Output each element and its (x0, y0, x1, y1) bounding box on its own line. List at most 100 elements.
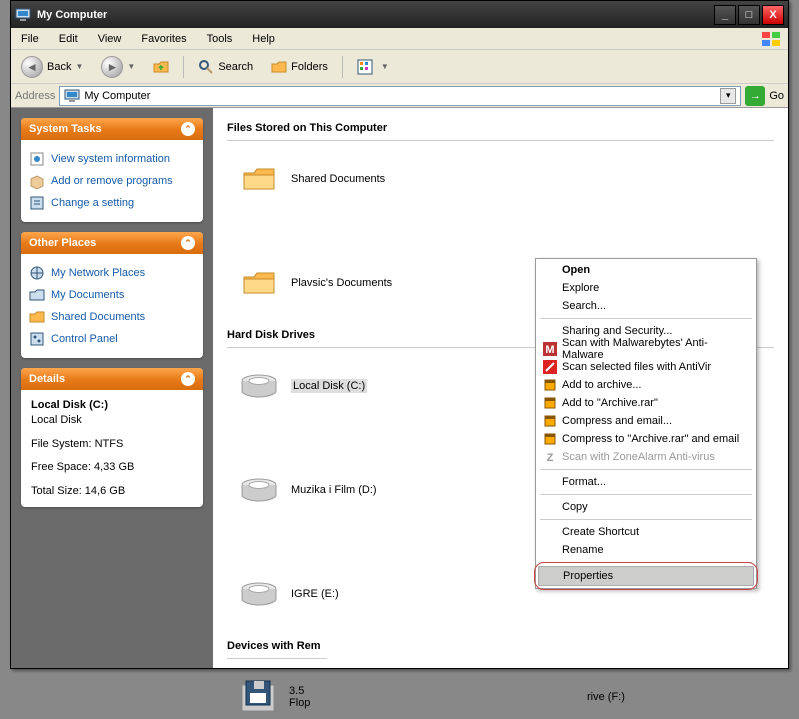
item-drive-e[interactable]: IGRE (E:) (237, 572, 497, 616)
folders-button[interactable]: Folders (267, 57, 332, 77)
chevron-up-icon: ⌃ (181, 372, 195, 386)
item-floppy[interactable]: 3.5 Flop (237, 675, 327, 719)
cm-add-archive[interactable]: Add to archive... (538, 376, 754, 394)
folder-up-icon (153, 59, 169, 75)
menu-tools[interactable]: Tools (203, 31, 237, 47)
task-my-documents[interactable]: My Documents (25, 284, 199, 306)
item-drive-c[interactable]: Local Disk (C:) (237, 364, 497, 408)
forward-button[interactable]: ► ▼ (97, 54, 139, 80)
maximize-button[interactable]: □ (738, 5, 760, 25)
menu-file[interactable]: File (17, 31, 43, 47)
cm-rename[interactable]: Rename (538, 541, 754, 559)
menu-view[interactable]: View (94, 31, 126, 47)
item-user-documents[interactable]: Plavsic's Documents (237, 261, 497, 305)
titlebar[interactable]: My Computer _ □ X (11, 1, 788, 28)
cm-compress-email[interactable]: Compress and email... (538, 412, 754, 430)
chevron-up-icon: ⌃ (181, 122, 195, 136)
go-label: Go (769, 90, 784, 102)
minimize-button[interactable]: _ (714, 5, 736, 25)
cm-mbam[interactable]: M Scan with Malwarebytes' Anti-Malware (538, 340, 754, 358)
details-totalsize: Total Size: 14,6 GB (31, 484, 193, 499)
panel-head-system-tasks[interactable]: System Tasks ⌃ (21, 118, 203, 140)
address-label: Address (15, 90, 55, 102)
address-input[interactable]: My Computer ▾ (59, 86, 741, 106)
address-value: My Computer (84, 90, 150, 102)
close-button[interactable]: X (762, 5, 784, 25)
sidebar: System Tasks ⌃ View system information A… (11, 108, 213, 668)
winrar-icon (542, 377, 558, 393)
window-title: My Computer (37, 9, 107, 21)
windows-logo-icon (760, 30, 784, 48)
up-button[interactable] (149, 57, 173, 77)
cm-search[interactable]: Search... (538, 297, 754, 315)
task-view-system-info[interactable]: View system information (25, 148, 199, 170)
panel-title: Details (29, 373, 65, 385)
details-type: Local Disk (31, 413, 193, 428)
back-button[interactable]: ◄ Back ▼ (17, 54, 87, 80)
section-removable-title: Devices with Rem (227, 640, 774, 652)
task-shared-documents[interactable]: Shared Documents (25, 306, 199, 328)
info-icon (29, 151, 45, 167)
task-change-setting[interactable]: Change a setting (25, 192, 199, 214)
folder-icon (29, 287, 45, 303)
details-freespace: Free Space: 4,33 GB (31, 460, 193, 475)
cm-compress-rar-email[interactable]: Compress to "Archive.rar" and email (538, 430, 754, 448)
panel-head-details[interactable]: Details ⌃ (21, 368, 203, 390)
cm-copy[interactable]: Copy (538, 498, 754, 516)
task-network-places[interactable]: My Network Places (25, 262, 199, 284)
item-drive-d[interactable]: Muzika i Film (D:) (237, 468, 497, 512)
task-add-remove-programs[interactable]: Add or remove programs (25, 170, 199, 192)
cm-zonealarm: Z Scan with ZoneAlarm Anti-virus (538, 448, 754, 466)
content-area: Files Stored on This Computer Shared Doc… (213, 108, 788, 668)
my-computer-icon (64, 88, 80, 104)
panel-system-tasks: System Tasks ⌃ View system information A… (21, 118, 203, 222)
addressbar: Address My Computer ▾ → Go (11, 84, 788, 108)
chevron-up-icon: ⌃ (181, 236, 195, 250)
my-computer-icon (15, 7, 31, 23)
go-button[interactable]: → (745, 86, 765, 106)
folder-icon (29, 309, 45, 325)
search-button[interactable]: Search (194, 57, 257, 77)
details-filesystem: File System: NTFS (31, 437, 193, 452)
back-label: Back (47, 61, 71, 73)
folder-icon (237, 157, 281, 201)
mbam-icon: M (542, 341, 558, 357)
winrar-icon (542, 395, 558, 411)
control-panel-icon (29, 331, 45, 347)
panel-details: Details ⌃ Local Disk (C:) Local Disk Fil… (21, 368, 203, 507)
menu-help[interactable]: Help (248, 31, 279, 47)
explorer-window: My Computer _ □ X File Edit View Favorit… (10, 0, 789, 669)
menu-edit[interactable]: Edit (55, 31, 82, 47)
folders-icon (271, 59, 287, 75)
folder-icon (237, 261, 281, 305)
task-control-panel[interactable]: Control Panel (25, 328, 199, 350)
winrar-icon (542, 413, 558, 429)
cm-create-shortcut[interactable]: Create Shortcut (538, 523, 754, 541)
menu-favorites[interactable]: Favorites (137, 31, 190, 47)
views-icon (357, 59, 377, 75)
winrar-icon (542, 431, 558, 447)
search-icon (198, 59, 214, 75)
item-shared-documents[interactable]: Shared Documents (237, 157, 497, 201)
details-name: Local Disk (C:) (31, 398, 193, 413)
svg-text:M: M (545, 344, 554, 356)
cm-add-archive-rar[interactable]: Add to "Archive.rar" (538, 394, 754, 412)
svg-text:Z: Z (547, 452, 554, 464)
views-button[interactable]: ▼ (353, 57, 393, 77)
cm-format[interactable]: Format... (538, 473, 754, 491)
cm-properties[interactable]: Properties (538, 566, 754, 586)
drive-icon (237, 572, 281, 616)
zonealarm-icon: Z (542, 449, 558, 465)
cm-explore[interactable]: Explore (538, 279, 754, 297)
cm-open[interactable]: Open (538, 261, 754, 279)
panel-head-other-places[interactable]: Other Places ⌃ (21, 232, 203, 254)
address-dropdown[interactable]: ▾ (720, 88, 736, 104)
panel-other-places: Other Places ⌃ My Network Places My Docu… (21, 232, 203, 358)
context-menu: Open Explore Search... Sharing and Secur… (535, 258, 757, 589)
antivir-icon (542, 359, 558, 375)
folders-label: Folders (291, 61, 328, 73)
section-files-title: Files Stored on This Computer (227, 122, 774, 134)
network-icon (29, 265, 45, 281)
item-dvd-drive[interactable]: rive (F:) (587, 675, 667, 719)
cm-antivir[interactable]: Scan selected files with AntiVir (538, 358, 754, 376)
